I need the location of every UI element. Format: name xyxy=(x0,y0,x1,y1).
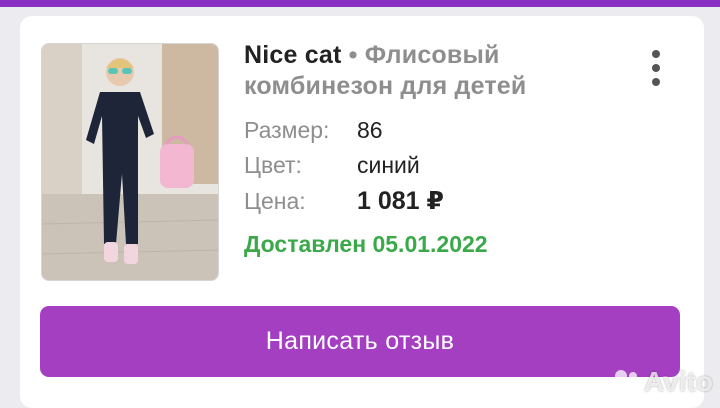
write-review-button[interactable]: Написать отзыв xyxy=(40,306,680,377)
attribute-price: Цена: 1 081 ₽ xyxy=(244,184,664,218)
more-dot xyxy=(652,78,660,86)
product-photo-illustration xyxy=(42,44,218,280)
watermark-text: Avito xyxy=(644,366,713,397)
product-title[interactable]: Nice cat • Флисовый комбинезон для детей xyxy=(244,40,624,102)
product-brand: Nice cat xyxy=(244,41,342,69)
attribute-label: Размер: xyxy=(244,117,330,143)
attribute-label: Цена: xyxy=(244,188,306,214)
attribute-size: Размер: 86 xyxy=(244,113,664,147)
delivery-status: Доставлен 05.01.2022 xyxy=(244,231,488,257)
top-accent-bar xyxy=(0,0,720,7)
attribute-value: 86 xyxy=(357,117,383,143)
order-item-card: Nice cat • Флисовый комбинезон для детей… xyxy=(20,16,704,408)
attribute-value: синий xyxy=(357,152,420,178)
avito-watermark: Avito xyxy=(612,364,713,400)
price-value: 1 081 ₽ xyxy=(357,187,444,215)
title-separator: • xyxy=(348,41,358,69)
product-image[interactable] xyxy=(41,43,219,281)
more-dot xyxy=(652,64,660,72)
attribute-label: Цвет: xyxy=(244,152,302,178)
avito-logo-icon xyxy=(615,370,639,394)
attribute-color: Цвет: синий xyxy=(244,148,664,182)
more-dot xyxy=(652,50,660,58)
more-vertical-icon[interactable] xyxy=(646,50,666,86)
